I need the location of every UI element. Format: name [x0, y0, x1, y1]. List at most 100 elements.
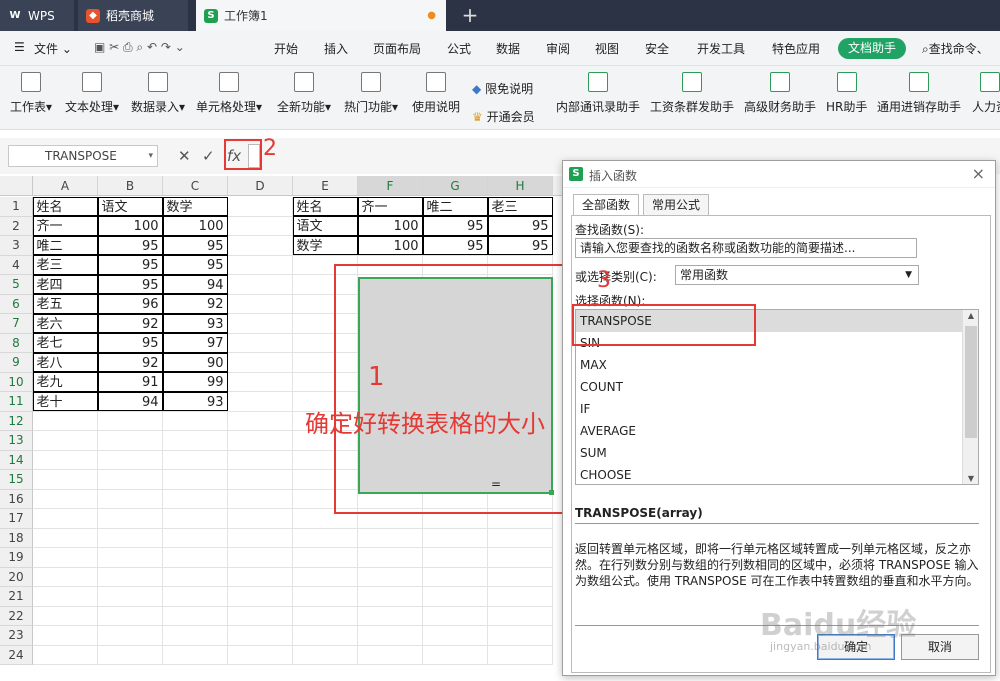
grid-cell[interactable] — [228, 470, 293, 490]
row-header[interactable]: 12 — [0, 411, 33, 431]
function-item-sum[interactable]: SUM — [576, 442, 962, 464]
ribbon-inventory-helper[interactable]: 通用进销存助手 — [877, 72, 961, 115]
row-header[interactable]: 8 — [0, 333, 33, 353]
grid-cell[interactable] — [423, 606, 488, 626]
row-header[interactable]: 21 — [0, 587, 33, 607]
row-header[interactable]: 22 — [0, 606, 33, 626]
grid-cell[interactable] — [228, 392, 293, 412]
grid-cell[interactable] — [293, 626, 358, 646]
menu-view[interactable]: 视图 — [595, 40, 619, 57]
grid-cell[interactable] — [98, 450, 163, 470]
table-cell[interactable]: 99 — [162, 372, 228, 392]
grid-cell[interactable] — [293, 548, 358, 568]
grid-cell[interactable] — [423, 626, 488, 646]
menu-review[interactable]: 审阅 — [546, 40, 570, 57]
table-cell[interactable]: 92 — [162, 294, 228, 314]
ribbon-finance-helper[interactable]: 高级财务助手 — [744, 72, 816, 115]
table-cell[interactable]: 语文 — [97, 196, 163, 216]
grid-cell[interactable] — [228, 275, 293, 295]
grid-cell[interactable] — [163, 489, 228, 509]
ribbon-contacts-helper[interactable]: 内部通讯录助手 — [556, 72, 640, 115]
row-header[interactable]: 13 — [0, 431, 33, 451]
close-icon[interactable]: × — [972, 164, 985, 183]
table-cell[interactable]: 数学 — [292, 235, 358, 255]
table-cell[interactable]: 93 — [162, 313, 228, 333]
tab-common-formulas[interactable]: 常用公式 — [643, 194, 709, 216]
row-header[interactable]: 24 — [0, 645, 33, 665]
grid-cell[interactable] — [98, 645, 163, 665]
grid-cell[interactable] — [423, 567, 488, 587]
table-cell[interactable]: 95 — [162, 255, 228, 275]
table-cell[interactable]: 唯二 — [32, 235, 98, 255]
table-cell[interactable]: 老七 — [32, 333, 98, 353]
grid-cell[interactable] — [423, 548, 488, 568]
table-cell[interactable]: 95 — [97, 274, 163, 294]
ribbon-instructions[interactable]: 使用说明 — [412, 72, 460, 115]
function-list-scrollbar[interactable]: ▲ ▼ — [962, 310, 978, 484]
table-cell[interactable]: 语文 — [292, 216, 358, 236]
grid-cell[interactable] — [488, 548, 553, 568]
ribbon-hot-features[interactable]: 热门功能▾ — [344, 72, 398, 115]
ribbon-payslip-helper[interactable]: 工资条群发助手 — [650, 72, 734, 115]
grid-cell[interactable] — [358, 548, 423, 568]
row-header[interactable]: 3 — [0, 236, 33, 256]
column-header-d[interactable]: D — [228, 176, 293, 196]
table-cell[interactable]: 94 — [97, 391, 163, 411]
table-cell[interactable]: 100 — [357, 216, 423, 236]
table-cell[interactable]: 90 — [162, 352, 228, 372]
column-header-f[interactable]: F — [358, 176, 423, 196]
table-cell[interactable]: 95 — [97, 333, 163, 353]
name-box[interactable]: TRANSPOSE ▾ — [8, 145, 158, 167]
category-select[interactable]: 常用函数 ▼ — [675, 265, 919, 285]
grid-cell[interactable] — [33, 567, 98, 587]
vip-link[interactable]: ♛ 开通会员 — [472, 108, 535, 125]
menu-home[interactable]: 开始 — [274, 40, 298, 57]
column-header-c[interactable]: C — [163, 176, 228, 196]
table-cell[interactable]: 老八 — [32, 352, 98, 372]
grid-cell[interactable] — [98, 626, 163, 646]
grid-cell[interactable] — [358, 606, 423, 626]
grid-cell[interactable] — [98, 606, 163, 626]
grid-cell[interactable] — [163, 509, 228, 529]
table-cell[interactable]: 老十 — [32, 391, 98, 411]
grid-cell[interactable] — [33, 470, 98, 490]
table-cell[interactable]: 95 — [487, 216, 553, 236]
ribbon-worksheet[interactable]: 工作表▾ — [10, 72, 52, 115]
grid-cell[interactable] — [293, 528, 358, 548]
limit-free-link[interactable]: ◆ 限免说明 — [472, 80, 533, 97]
table-cell[interactable]: 老五 — [32, 294, 98, 314]
row-header[interactable]: 4 — [0, 255, 33, 275]
menu-data[interactable]: 数据 — [496, 40, 520, 57]
row-header[interactable]: 20 — [0, 567, 33, 587]
grid-cell[interactable] — [163, 528, 228, 548]
grid-cell[interactable] — [228, 255, 293, 275]
row-header[interactable]: 10 — [0, 372, 33, 392]
grid-cell[interactable] — [228, 333, 293, 353]
table-cell[interactable]: 92 — [97, 352, 163, 372]
confirm-formula-button[interactable]: ✓ — [202, 147, 215, 165]
table-cell[interactable]: 齐一 — [357, 196, 423, 216]
grid-cell[interactable] — [228, 294, 293, 314]
hamburger-icon[interactable]: ☰ — [14, 40, 25, 54]
row-header[interactable]: 6 — [0, 294, 33, 314]
grid-cell[interactable] — [98, 431, 163, 451]
grid-cell[interactable] — [423, 528, 488, 548]
menu-insert[interactable]: 插入 — [324, 40, 348, 57]
row-header[interactable]: 11 — [0, 392, 33, 412]
function-item-if[interactable]: IF — [576, 398, 962, 420]
row-header[interactable]: 7 — [0, 314, 33, 334]
grid-cell[interactable] — [228, 431, 293, 451]
grid-cell[interactable] — [163, 626, 228, 646]
function-item-max[interactable]: MAX — [576, 354, 962, 376]
grid-cell[interactable] — [98, 548, 163, 568]
grid-cell[interactable] — [33, 411, 98, 431]
grid-cell[interactable] — [98, 411, 163, 431]
grid-cell[interactable] — [228, 548, 293, 568]
grid-cell[interactable] — [33, 489, 98, 509]
column-header-b[interactable]: B — [98, 176, 163, 196]
find-function-input[interactable]: 请输入您要查找的函数名称或函数功能的简要描述... — [575, 238, 917, 258]
grid-cell[interactable] — [358, 645, 423, 665]
table-cell[interactable]: 唯二 — [422, 196, 488, 216]
grid-cell[interactable] — [98, 509, 163, 529]
menu-formula[interactable]: 公式 — [447, 40, 471, 57]
